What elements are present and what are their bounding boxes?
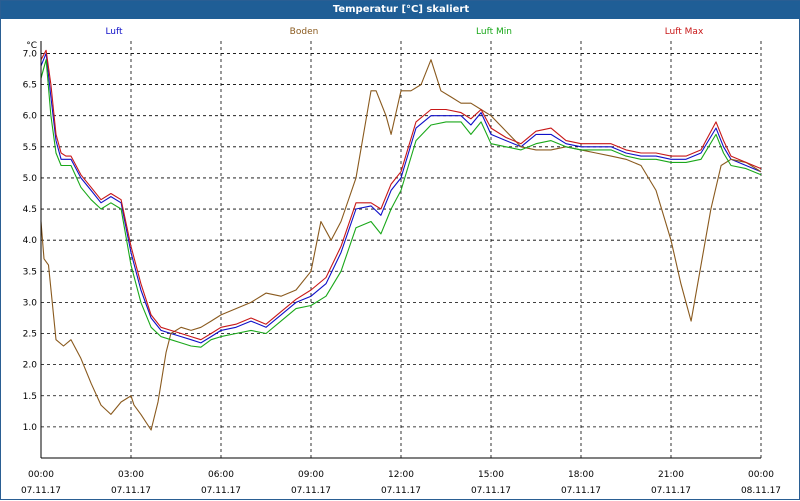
x-tick-date: 07.11.17 (561, 486, 601, 496)
x-tick-time: 09:00 (298, 470, 324, 480)
x-tick-date: 08.11.17 (741, 486, 781, 496)
legend-entry-boden: Boden (290, 27, 319, 37)
y-tick-label: 4.0 (23, 236, 38, 246)
x-tick-time: 12:00 (388, 470, 414, 480)
x-tick-date: 07.11.17 (381, 486, 421, 496)
x-tick-date: 07.11.17 (21, 486, 61, 496)
x-tick-date: 07.11.17 (471, 486, 511, 496)
x-tick-date: 07.11.17 (291, 486, 331, 496)
series-line-luft-max (40, 49, 762, 341)
y-tick-label: 1.5 (23, 392, 37, 402)
legend-entry-luft: Luft (105, 27, 123, 37)
legend-entry-luft-max: Luft Max (665, 27, 704, 37)
y-tick-label: 3.0 (23, 298, 38, 308)
y-tick-label: 3.5 (23, 267, 37, 277)
y-tick-label: 2.0 (23, 361, 38, 371)
y-tick-label: 4.5 (23, 205, 37, 215)
legend-entry-luft-min: Luft Min (476, 27, 512, 37)
x-tick-time: 06:00 (208, 470, 234, 480)
y-tick-label: 5.0 (23, 174, 38, 184)
chart-window: Temperatur [°C] skaliert 1.0 1.5 2.0 2.5 3.0… (0, 0, 800, 500)
x-tick-date: 07.11.17 (111, 486, 151, 496)
y-tick-label: 6.5 (23, 81, 37, 91)
x-tick-time: 00:00 (748, 470, 774, 480)
y-axis-label: °C (26, 41, 37, 51)
x-tick-time: 18:00 (568, 470, 594, 480)
y-tick-label: 6.0 (23, 112, 38, 122)
x-tick-time: 00:00 (28, 470, 54, 480)
x-tick-time: 03:00 (118, 470, 144, 480)
x-tick-time: 15:00 (478, 470, 504, 480)
y-tick-label: 2.5 (23, 330, 37, 340)
y-tick-label: 1.0 (23, 423, 38, 433)
y-tick-label: 5.5 (23, 143, 37, 153)
x-tick-time: 21:00 (658, 470, 684, 480)
temperature-chart: 1.01.52.02.53.03.54.04.55.05.56.06.57.0°… (21, 27, 781, 496)
x-tick-date: 07.11.17 (651, 486, 691, 496)
x-tick-date: 07.11.17 (201, 486, 241, 496)
